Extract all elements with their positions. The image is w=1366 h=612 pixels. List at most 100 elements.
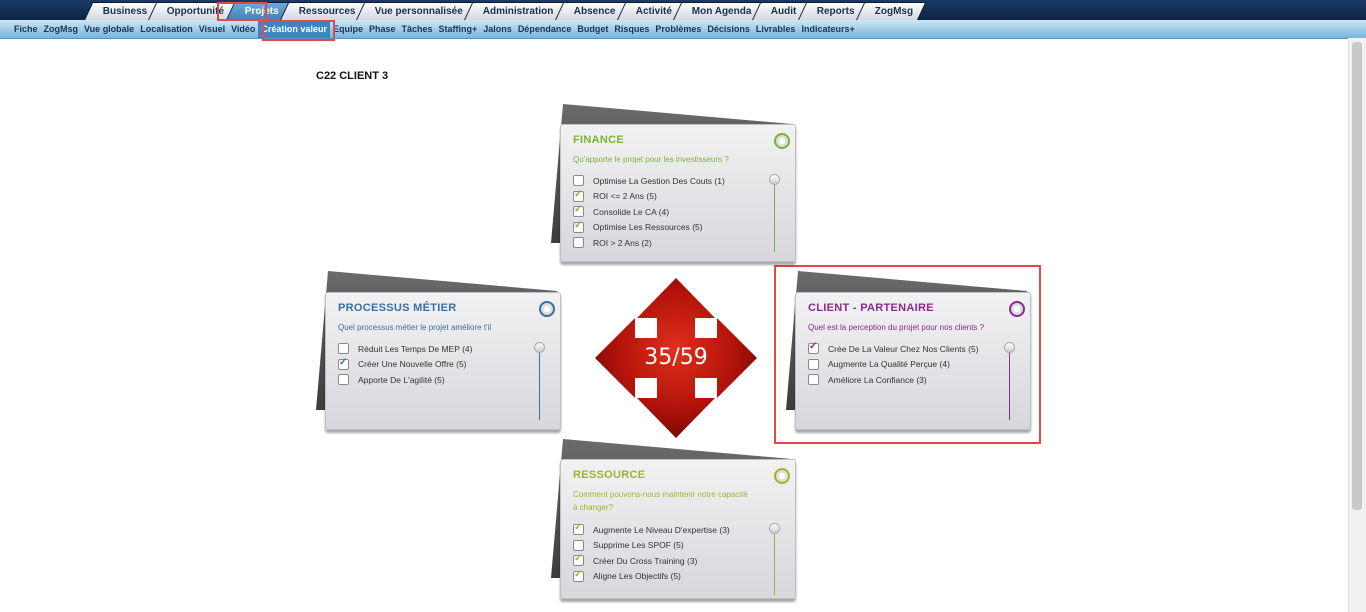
ressource-criterion-checkbox[interactable]	[573, 539, 584, 551]
sub-tab-staffing-[interactable]: Staffing+	[436, 20, 481, 38]
finance-criterion-label: Optimise Les Ressources (5)	[593, 222, 703, 232]
client-criterion-label: Crée De La Valeur Chez Nos Clients (5)	[828, 343, 979, 354]
sub-tab-probl-mes[interactable]: Problèmes	[652, 20, 704, 38]
client-criterion-checkbox[interactable]	[808, 358, 819, 370]
scrollbar-thumb[interactable]	[1352, 42, 1362, 510]
sub-tab-t-ches[interactable]: Tâches	[399, 20, 436, 38]
finance-criterion-checkbox[interactable]	[573, 237, 584, 248]
processus-criterion-label: Réduit Les Temps De MEP (4)	[358, 343, 473, 354]
sub-tab-vue-globale[interactable]: Vue globale	[81, 20, 137, 38]
finance-criterion-checkbox[interactable]	[573, 204, 584, 217]
top-tab-label: Vue personnalisée	[375, 6, 464, 17]
value-score: 35/59	[644, 345, 708, 370]
top-tab-label: Mon Agenda	[691, 6, 752, 17]
finance-question: Qu'apporte le projet pour les investisse…	[573, 155, 729, 164]
client-criterion-label: Améliore La Confiance (3)	[828, 374, 927, 385]
sub-tab-phase[interactable]: Phase	[366, 20, 399, 38]
sub-tab-localisation[interactable]: Localisation	[137, 20, 196, 38]
processus-criterion-item[interactable]: Réduit Les Temps De MEP (4)	[338, 343, 472, 354]
ressource-criterion-checkbox[interactable]	[573, 522, 584, 535]
vertical-scrollbar[interactable]	[1348, 38, 1366, 612]
finance-criterion-item[interactable]: ROI > 2 Ans (2)	[573, 237, 652, 248]
sub-tab-indicateurs-[interactable]: Indicateurs+	[798, 20, 857, 38]
ressource-criterion-label: Aligne Les Objectifs (5)	[593, 571, 681, 581]
ressource-title: RESSOURCE	[573, 469, 646, 481]
ressource-slider-knob[interactable]	[769, 523, 780, 534]
top-tab-opportunit-[interactable]: Opportunité	[148, 2, 239, 21]
sub-tab-risques[interactable]: Risques	[611, 20, 652, 38]
sub-tab-equipe[interactable]: Equipe	[330, 20, 366, 38]
top-tab-label: Absence	[573, 6, 616, 17]
ressource-question: Comment pouvons-nous maintenir notre cap…	[573, 490, 748, 512]
finance-status-ring-icon[interactable]	[774, 133, 790, 149]
processus-slider-track	[539, 350, 540, 420]
client-criterion-item[interactable]: Augmente La Qualité Perçue (4)	[808, 358, 950, 370]
top-tab-label: Opportunité	[167, 6, 225, 17]
processus-title: PROCESSUS MÉTIER	[338, 302, 457, 314]
processus-criterion-checkbox[interactable]	[338, 374, 349, 385]
processus-criterion-item[interactable]: Créer Une Nouvelle Offre (5)	[338, 357, 467, 370]
client-criterion-checkbox[interactable]	[808, 341, 819, 354]
sub-nav-tabs: Fiche ZogMsg Vue globale Localisation Visuel…	[11, 20, 858, 38]
ressource-criterion-label: Augmente Le Niveau D'expertise (3)	[593, 524, 730, 535]
ressource-criterion-checkbox[interactable]	[573, 569, 584, 582]
processus-criterion-checkbox[interactable]	[338, 357, 349, 370]
ressource-criterion-item[interactable]: Aligne Les Objectifs (5)	[573, 569, 681, 582]
finance-slider-knob[interactable]	[769, 174, 780, 185]
processus-card: PROCESSUS MÉTIER Quel processus métier l…	[325, 292, 561, 430]
top-tab-mon-agenda[interactable]: Mon Agenda	[672, 2, 765, 21]
ressource-criterion-item[interactable]: Augmente Le Niveau D'expertise (3)	[573, 522, 730, 535]
sub-tab-fiche[interactable]: Fiche	[11, 20, 41, 38]
sub-tab-livrables[interactable]: Livrables	[753, 20, 799, 38]
top-tab-vue-personnalis-e[interactable]: Vue personnalisée	[355, 2, 477, 21]
sub-tab-d-cisions[interactable]: Décisions	[704, 20, 753, 38]
top-tab-label: Reports	[816, 6, 855, 17]
client-title: CLIENT - PARTENAIRE	[808, 302, 934, 314]
finance-criterion-label: Consolide Le CA (4)	[593, 206, 670, 217]
ressource-criterion-item[interactable]: Créer Du Cross Training (3)	[573, 553, 697, 566]
finance-criterion-label: ROI > 2 Ans (2)	[593, 237, 652, 248]
client-criterion-item[interactable]: Crée De La Valeur Chez Nos Clients (5)	[808, 341, 979, 354]
finance-criterion-item[interactable]: Optimise Les Ressources (5)	[573, 220, 703, 233]
finance-criterion-checkbox[interactable]	[573, 175, 584, 186]
sub-tab-jalons[interactable]: Jalons	[480, 20, 515, 38]
processus-criterion-label: Apporte De L'agilité (5)	[358, 374, 445, 385]
sub-tab-zogmsg[interactable]: ZogMsg	[41, 20, 82, 38]
ressource-card: RESSOURCE Comment pouvons-nous maintenir…	[560, 459, 796, 599]
ressource-criterion-checkbox[interactable]	[573, 553, 584, 566]
top-tab-label: Ressources	[298, 6, 356, 17]
client-criterion-item[interactable]: Améliore La Confiance (3)	[808, 374, 927, 385]
top-tab-zogmsg[interactable]: ZogMsg	[855, 2, 927, 21]
processus-criterion-checkbox[interactable]	[338, 343, 349, 354]
sub-tab-d-pendance[interactable]: Dépendance	[515, 20, 575, 38]
ressource-slider-track	[774, 531, 775, 595]
finance-criterion-checkbox[interactable]	[573, 189, 584, 202]
finance-criterion-item[interactable]: ROI <= 2 Ans (5)	[573, 189, 657, 202]
client-criterion-checkbox[interactable]	[808, 374, 819, 385]
sub-tab-vid-o[interactable]: Vidéo	[228, 20, 258, 38]
processus-slider-knob[interactable]	[534, 342, 545, 353]
finance-criterion-checkbox[interactable]	[573, 220, 584, 233]
processus-status-ring-icon[interactable]	[539, 301, 555, 317]
ressource-criterion-item[interactable]: Supprime Les SPOF (5)	[573, 539, 684, 551]
sub-tab-budget[interactable]: Budget	[574, 20, 611, 38]
finance-title: FINANCE	[573, 134, 624, 146]
sub-tab-cr-ation-valeur[interactable]: Création valeur	[258, 20, 330, 38]
client-slider-track	[1009, 350, 1010, 420]
top-tab-label: Activité	[635, 6, 672, 17]
top-tab-label: Business	[102, 6, 148, 17]
top-tab-label: Administration	[483, 6, 554, 17]
processus-question: Quel processus métier le projet améliore…	[338, 323, 492, 332]
client-status-ring-icon[interactable]	[1009, 301, 1025, 317]
finance-criterion-item[interactable]: Optimise La Gestion Des Couts (1)	[573, 175, 725, 186]
top-tab-administration[interactable]: Administration	[463, 2, 568, 21]
client-criterion-label: Augmente La Qualité Perçue (4)	[828, 359, 950, 369]
project-title: C22 CLIENT 3	[316, 70, 389, 82]
top-nav-tabs: Business Opportunité Projets Ressources Vue …	[83, 2, 927, 21]
ressource-status-ring-icon[interactable]	[774, 468, 790, 484]
processus-criterion-item[interactable]: Apporte De L'agilité (5)	[338, 374, 445, 385]
finance-criterion-item[interactable]: Consolide Le CA (4)	[573, 204, 670, 217]
sub-tab-visuel[interactable]: Visuel	[196, 20, 228, 38]
top-tab-ressources[interactable]: Ressources	[279, 2, 369, 21]
client-slider-knob[interactable]	[1004, 342, 1015, 353]
